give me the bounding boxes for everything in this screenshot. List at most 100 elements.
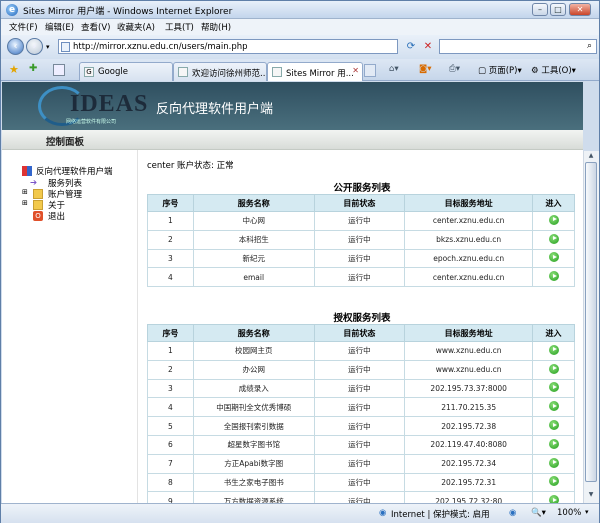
control-panel-title: 控制面板 xyxy=(46,137,85,148)
table-row: 8 书生之家电子图书 运行中 202.195.72.31 xyxy=(147,472,575,493)
col-enter: 进入 xyxy=(532,324,575,342)
quick-tabs-icon[interactable] xyxy=(53,64,65,76)
scroll-down-icon[interactable]: ▼ xyxy=(585,491,597,501)
table-row: 1 校园网主页 运行中 www.xznu.edu.cn xyxy=(147,341,575,361)
enter-arrow-icon[interactable] xyxy=(548,252,559,263)
zoom-globe-icon: ◉ xyxy=(509,508,517,518)
title-bar: e Sites Mirror 用户端 - Windows Internet Ex… xyxy=(1,1,599,19)
refresh-icon[interactable]: ⟳ xyxy=(404,40,418,54)
tree-root[interactable]: 反向代理软件用户端 xyxy=(36,165,113,177)
menu-help[interactable]: 帮助(H) xyxy=(201,21,231,33)
enter-arrow-icon[interactable] xyxy=(548,457,559,468)
account-status: center 账户状态: 正常 xyxy=(147,161,234,171)
scroll-up-icon[interactable]: ▲ xyxy=(585,152,597,162)
col-status: 目前状态 xyxy=(313,324,406,342)
enter-cell xyxy=(532,341,575,361)
table-header-row: 序号 服务名称 目前状态 目标服务地址 进入 xyxy=(147,194,575,212)
minimize-button[interactable]: – xyxy=(532,3,548,16)
enter-arrow-icon[interactable] xyxy=(548,401,559,412)
history-dropdown-icon[interactable]: ▾ xyxy=(46,43,50,51)
folder-icon xyxy=(33,189,43,199)
main-panel: center 账户状态: 正常 公开服务列表 序号 服务名称 目前状态 目标服务… xyxy=(139,150,583,503)
enter-cell xyxy=(532,397,575,418)
back-button[interactable]: ‹ xyxy=(7,38,24,55)
google-favicon-icon: G xyxy=(84,67,94,77)
print-icon[interactable]: ⎙▾ xyxy=(449,64,460,74)
add-favorite-icon[interactable]: ✚ xyxy=(29,63,37,74)
table-row: 6 超星数字图书馆 运行中 202.119.47.40:8080 xyxy=(147,434,575,455)
internet-zone-icon: ◉ xyxy=(379,508,387,518)
table-row: 3 新纪元 运行中 epoch.xznu.edu.cn xyxy=(147,248,575,269)
col-status: 目前状态 xyxy=(313,194,406,212)
tab-sites-mirror[interactable]: Sites Mirror 用... ✕ xyxy=(267,62,363,81)
zoom-dropdown-icon[interactable]: ▾ xyxy=(585,508,589,516)
tab-xznu[interactable]: 欢迎访问徐州师范... xyxy=(173,62,267,81)
menu-favorites[interactable]: 收藏夹(A) xyxy=(117,21,155,33)
enter-arrow-icon[interactable] xyxy=(548,438,559,449)
col-target-address: 目标服务地址 xyxy=(404,194,534,212)
tools-menu-button[interactable]: ⚙ 工具(O)▾ xyxy=(531,64,576,76)
app-tree-icon xyxy=(22,166,32,176)
address-bar: ‹ › ▾ http://mirror.xznu.edu.cn/users/ma… xyxy=(1,35,599,59)
table-row: 4 email 运行中 center.xznu.edu.cn xyxy=(147,267,575,288)
enter-arrow-icon[interactable] xyxy=(548,495,559,503)
table-row: 2 办公网 运行中 www.xznu.edu.cn xyxy=(147,359,575,380)
stop-icon[interactable]: ✕ xyxy=(421,40,435,54)
page-content: IDEAS 网络运营软件有限公司 反向代理软件用户端 控制面板 反向代理软件用户… xyxy=(2,82,583,503)
url-field[interactable]: http://mirror.xznu.edu.cn/users/main.php xyxy=(58,39,398,54)
menu-file[interactable]: 文件(F) xyxy=(9,21,38,33)
enter-arrow-icon[interactable] xyxy=(548,420,559,431)
feeds-icon[interactable]: ◙▾ xyxy=(419,64,432,74)
tab-google[interactable]: G Google xyxy=(79,62,173,81)
col-enter: 进入 xyxy=(532,194,575,212)
authorized-services-table: 序号 服务名称 目前状态 目标服务地址 进入 1 校园网主页 运行中 www.xznu… xyxy=(147,324,575,503)
forward-button[interactable]: › xyxy=(26,38,43,55)
enter-arrow-icon[interactable] xyxy=(548,476,559,487)
enter-arrow-icon[interactable] xyxy=(548,271,559,282)
enter-cell xyxy=(532,491,575,503)
authorized-services-title: 授权服务列表 xyxy=(333,313,391,324)
col-index: 序号 xyxy=(147,324,194,342)
favorites-star-icon[interactable]: ★ xyxy=(9,63,19,76)
col-service-name: 服务名称 xyxy=(192,324,315,342)
tab-bar: ★ ✚ G Google 欢迎访问徐州师范... Sites Mirror 用.… xyxy=(1,59,599,81)
enter-arrow-icon[interactable] xyxy=(548,344,559,355)
page-menu-button[interactable]: ▢ 页面(P)▾ xyxy=(478,64,522,76)
search-input[interactable]: ⌕ xyxy=(439,39,597,54)
search-icon[interactable]: ⌕ xyxy=(587,41,592,51)
enter-arrow-icon[interactable] xyxy=(548,214,559,225)
browser-window: e Sites Mirror 用户端 - Windows Internet Ex… xyxy=(0,0,600,523)
menu-edit[interactable]: 编辑(E) xyxy=(45,21,74,33)
arrow-icon: ➔ xyxy=(30,178,38,188)
menu-view[interactable]: 查看(V) xyxy=(81,21,110,33)
maximize-button[interactable]: □ xyxy=(550,3,566,16)
enter-arrow-icon[interactable] xyxy=(548,233,559,244)
table-row: 3 成绩录入 运行中 202.195.73.37:8000 xyxy=(147,378,575,399)
logo-subtitle: 网络运营软件有限公司 xyxy=(66,119,117,125)
menu-tools[interactable]: 工具(T) xyxy=(165,21,194,33)
status-bar: ◉ Internet | 保护模式: 启用 ◉ 🔍▾ 100% ▾ xyxy=(1,503,599,523)
expand-icon[interactable]: ⊞ xyxy=(22,199,28,207)
scrollbar-thumb[interactable] xyxy=(585,162,597,482)
new-tab-button[interactable] xyxy=(364,64,376,77)
enter-arrow-icon[interactable] xyxy=(548,382,559,393)
table-row: 7 方正Apabi数字图 运行中 202.195.72.34 xyxy=(147,453,575,474)
enter-arrow-icon[interactable] xyxy=(548,363,559,374)
enter-cell xyxy=(532,359,575,380)
page-icon xyxy=(61,42,70,52)
zoom-icon[interactable]: 🔍▾ xyxy=(531,508,546,518)
expand-icon[interactable]: ⊞ xyxy=(22,188,28,196)
page-favicon-icon xyxy=(272,67,282,77)
menu-bar: 文件(F) 编辑(E) 查看(V) 收藏夹(A) 工具(T) 帮助(H) xyxy=(1,19,599,35)
home-icon[interactable]: ⌂▾ xyxy=(389,64,399,74)
enter-cell xyxy=(532,472,575,493)
zoom-level[interactable]: 100% xyxy=(557,508,581,518)
sidebar-item-exit[interactable]: 退出 xyxy=(48,210,65,222)
security-zone: Internet | 保护模式: 启用 xyxy=(391,510,490,520)
public-services-table: 序号 服务名称 目前状态 目标服务地址 进入 1 中心网 运行中 center.xzn… xyxy=(147,194,575,288)
enter-cell xyxy=(532,378,575,399)
close-tab-icon[interactable]: ✕ xyxy=(352,66,359,75)
table-row: 4 中国期刊全文优秀博硕 运行中 211.70.215.35 xyxy=(147,397,575,418)
close-button[interactable]: ✕ xyxy=(569,3,591,16)
enter-cell xyxy=(532,211,575,231)
